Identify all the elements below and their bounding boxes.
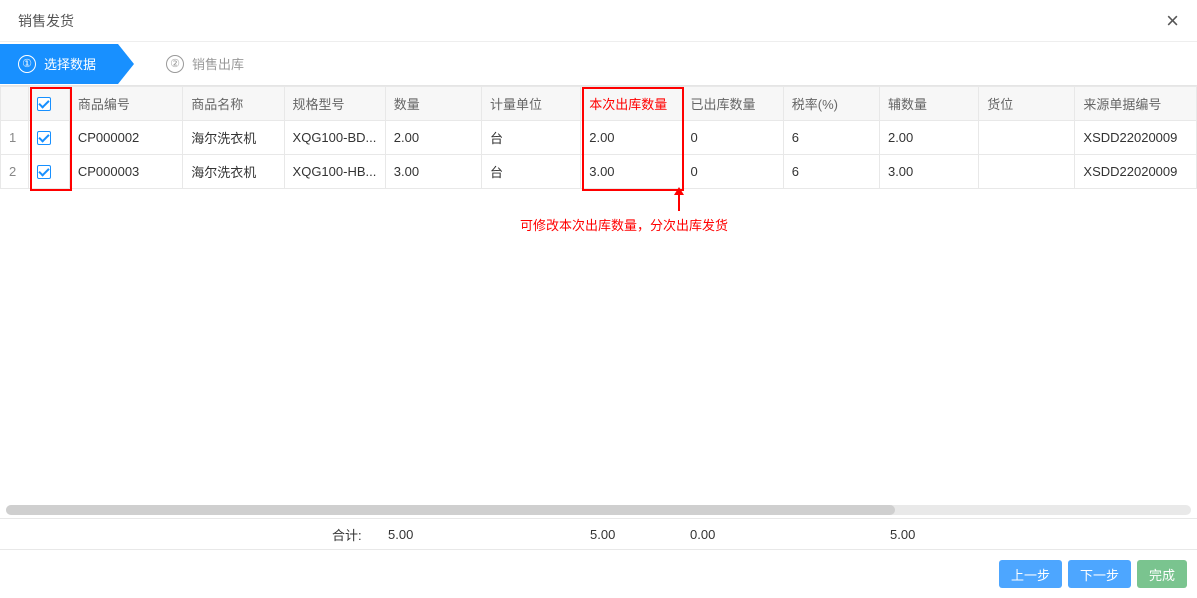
cell-loc: [979, 121, 1075, 155]
col-rate-header[interactable]: 税率(%): [783, 87, 879, 121]
col-code-header[interactable]: 商品编号: [69, 87, 182, 121]
totals-outqty: 5.00: [590, 527, 615, 542]
col-already-header[interactable]: 已出库数量: [682, 87, 783, 121]
footer-buttons: 上一步 下一步 完成: [999, 560, 1187, 588]
annotation-text: 可修改本次出库数量，分次出库发货: [520, 215, 728, 234]
cell-unit: 台: [482, 155, 581, 189]
cell-src: XSDD22020009: [1075, 121, 1197, 155]
arrow-up-icon: [678, 193, 680, 211]
cell-rate: 6: [783, 155, 879, 189]
step-label: 选择数据: [44, 54, 96, 73]
totals-qty: 5.00: [388, 527, 413, 542]
annotation-note: 可修改本次出库数量，分次出库发货: [520, 193, 728, 234]
cell-name: 海尔洗衣机: [183, 155, 284, 189]
select-all-checkbox[interactable]: [37, 97, 51, 111]
col-aux-header[interactable]: 辅数量: [879, 87, 978, 121]
cell-aux: 3.00: [879, 155, 978, 189]
col-unit-header[interactable]: 计量单位: [482, 87, 581, 121]
cell-code: CP000003: [69, 155, 182, 189]
cell-model: XQG100-BD...: [284, 121, 385, 155]
row-checkbox[interactable]: [37, 165, 51, 179]
col-qty-header[interactable]: 数量: [385, 87, 481, 121]
step-label: 销售出库: [192, 54, 244, 73]
cell-qty: 3.00: [385, 155, 481, 189]
steps-bar: ① 选择数据 ② 销售出库: [0, 42, 1197, 86]
totals-already: 0.00: [690, 527, 715, 542]
row-index: 1: [1, 121, 29, 155]
next-button[interactable]: 下一步: [1068, 560, 1131, 588]
data-table-wrap: 商品编号 商品名称 规格型号 数量 计量单位 本次出库数量 已出库数量 税率(%…: [0, 86, 1197, 189]
step-select-data[interactable]: ① 选择数据: [0, 44, 118, 84]
close-icon[interactable]: ×: [1162, 8, 1183, 34]
row-check-cell[interactable]: [29, 155, 70, 189]
step-number-icon: ②: [166, 55, 184, 73]
done-button[interactable]: 完成: [1137, 560, 1187, 588]
col-model-header[interactable]: 规格型号: [284, 87, 385, 121]
table-row[interactable]: 1 CP000002 海尔洗衣机 XQG100-BD... 2.00 台 2.0…: [1, 121, 1197, 155]
table-row[interactable]: 2 CP000003 海尔洗衣机 XQG100-HB... 3.00 台 3.0…: [1, 155, 1197, 189]
cell-loc: [979, 155, 1075, 189]
horizontal-scrollbar[interactable]: [6, 505, 1191, 515]
col-loc-header[interactable]: 货位: [979, 87, 1075, 121]
col-src-header[interactable]: 来源单据编号: [1075, 87, 1197, 121]
cell-model: XQG100-HB...: [284, 155, 385, 189]
data-table: 商品编号 商品名称 规格型号 数量 计量单位 本次出库数量 已出库数量 税率(%…: [0, 86, 1197, 189]
totals-label: 合计:: [332, 525, 362, 544]
step-sales-out[interactable]: ② 销售出库: [148, 44, 266, 84]
cell-outqty[interactable]: 2.00: [581, 121, 682, 155]
row-checkbox[interactable]: [37, 131, 51, 145]
cell-outqty[interactable]: 3.00: [581, 155, 682, 189]
row-index: 2: [1, 155, 29, 189]
totals-row: 合计: 5.00 5.00 0.00 5.00: [0, 518, 1197, 550]
cell-qty: 2.00: [385, 121, 481, 155]
step-number-icon: ①: [18, 55, 36, 73]
totals-aux: 5.00: [890, 527, 915, 542]
col-outqty-header[interactable]: 本次出库数量: [581, 87, 682, 121]
cell-unit: 台: [482, 121, 581, 155]
col-index-header: [1, 87, 29, 121]
prev-button[interactable]: 上一步: [999, 560, 1062, 588]
cell-code: CP000002: [69, 121, 182, 155]
dialog-header: 销售发货 ×: [0, 0, 1197, 42]
cell-src: XSDD22020009: [1075, 155, 1197, 189]
col-name-header[interactable]: 商品名称: [183, 87, 284, 121]
cell-name: 海尔洗衣机: [183, 121, 284, 155]
col-check-header[interactable]: [29, 87, 70, 121]
cell-already: 0: [682, 121, 783, 155]
dialog-title: 销售发货: [18, 11, 74, 31]
row-check-cell[interactable]: [29, 121, 70, 155]
cell-already: 0: [682, 155, 783, 189]
cell-aux: 2.00: [879, 121, 978, 155]
cell-rate: 6: [783, 121, 879, 155]
